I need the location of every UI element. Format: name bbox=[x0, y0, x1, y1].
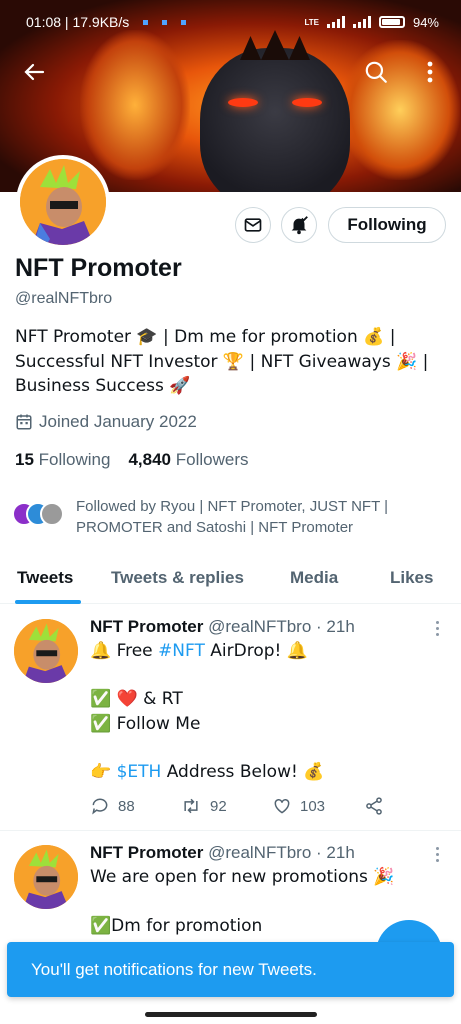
battery-icon bbox=[378, 16, 405, 28]
tweet-text-line: 👉 $ETH Address Below! 💰 bbox=[90, 762, 324, 782]
followers-label: Followers bbox=[175, 450, 249, 469]
tweet-meta: @realNFTbro · 21h bbox=[208, 617, 355, 636]
bell-check-icon bbox=[291, 216, 308, 235]
back-arrow-icon bbox=[24, 63, 45, 81]
bio-line-3: Business Success 🚀 bbox=[15, 376, 191, 396]
joined-date: Joined January 2022 bbox=[15, 412, 197, 432]
tweet-header: NFT Promoter @realNFTbro · 21h bbox=[90, 617, 355, 637]
tweet-text-line: ✅ ❤️ & RT bbox=[90, 689, 183, 709]
profile-bio: NFT Promoter 🎓 | Dm me for promotion 💰 |… bbox=[15, 325, 435, 399]
follow-counts: 15 Following 4,840 Followers bbox=[15, 450, 249, 470]
avatar-image bbox=[14, 845, 78, 909]
bio-line-2: Successful NFT Investor 🏆 | NFT Giveaway… bbox=[15, 351, 429, 372]
system-nav-bar bbox=[0, 997, 461, 1024]
tweet-text: Address Below! 💰 bbox=[161, 762, 325, 782]
followed-by-line-1: Followed by Ryou | NFT Promoter, JUST NF… bbox=[76, 498, 389, 515]
tweet-text-line: ✅ Follow Me bbox=[90, 714, 201, 734]
signal-icon-2 bbox=[352, 16, 371, 28]
back-button[interactable] bbox=[20, 58, 48, 86]
tweet[interactable]: NFT Promoter @realNFTbro · 21h 🔔 Free #N… bbox=[0, 605, 461, 830]
status-bar: 01:08 | 17.9KB/s LTE 94% bbox=[0, 0, 461, 44]
more-vertical-icon bbox=[427, 61, 433, 83]
tweet-avatar[interactable] bbox=[14, 619, 78, 683]
retweet-icon bbox=[184, 798, 198, 814]
network-type: LTE bbox=[304, 17, 319, 27]
share-icon bbox=[366, 797, 382, 815]
joined-text: Joined January 2022 bbox=[39, 412, 197, 431]
avatar-image bbox=[20, 159, 106, 245]
battery-percent: 94% bbox=[412, 14, 439, 30]
notification-dots bbox=[143, 19, 187, 25]
status-time-speed: 01:08 | 17.9KB/s bbox=[26, 14, 130, 30]
tweet-author-name: NFT Promoter bbox=[90, 617, 204, 636]
tweet-text-line: ✅Dm for promotion bbox=[90, 916, 263, 936]
tweet-text-line: We are open for new promotions 🎉 bbox=[90, 867, 395, 887]
reply-count: 88 bbox=[118, 797, 135, 815]
notifications-button[interactable] bbox=[281, 207, 317, 243]
tweet-text: 👉 bbox=[90, 762, 117, 782]
tab-tweets-replies[interactable]: Tweets & replies bbox=[111, 568, 244, 588]
tweet-header: NFT Promoter @realNFTbro · 21h bbox=[90, 843, 355, 863]
tweet-text: 🔔 Free bbox=[90, 641, 159, 661]
tweet-more-button[interactable] bbox=[432, 847, 442, 865]
home-indicator[interactable] bbox=[145, 1012, 317, 1017]
retweet-count: 92 bbox=[210, 797, 227, 815]
tweet-more-button[interactable] bbox=[432, 621, 442, 639]
like-button[interactable]: 103 bbox=[272, 796, 364, 816]
tweet-meta: @realNFTbro · 21h bbox=[208, 843, 355, 862]
message-button[interactable] bbox=[235, 207, 271, 243]
tweet-text-line: 🔔 Free #NFT AirDrop! 🔔 bbox=[90, 641, 308, 661]
tab-tweets[interactable]: Tweets bbox=[17, 568, 73, 588]
profile-handle: @realNFTbro bbox=[15, 290, 113, 307]
profile-avatar[interactable] bbox=[16, 155, 110, 249]
signal-icon bbox=[326, 16, 345, 28]
like-count: 103 bbox=[300, 797, 326, 815]
followers-count: 4,840 bbox=[128, 450, 172, 469]
followed-by[interactable]: Followed by Ryou | NFT Promoter, JUST NF… bbox=[12, 496, 416, 538]
reply-button[interactable]: 88 bbox=[90, 796, 180, 816]
following-label: Following bbox=[38, 450, 111, 469]
following-link[interactable]: 15 Following bbox=[15, 450, 110, 470]
search-button[interactable] bbox=[362, 58, 390, 86]
tweet-text: AirDrop! 🔔 bbox=[204, 641, 308, 661]
hashtag-link[interactable]: #NFT bbox=[158, 641, 205, 661]
followers-link[interactable]: 4,840 Followers bbox=[128, 450, 248, 470]
notification-toast: You'll get notifications for new Tweets. bbox=[7, 942, 454, 997]
reply-icon bbox=[92, 798, 108, 815]
followed-by-line-2: PROMOTER and Satoshi | NFT Promoter bbox=[76, 519, 354, 536]
tweet-author-name: NFT Promoter bbox=[90, 843, 204, 862]
search-icon bbox=[365, 61, 387, 83]
follower-avatar bbox=[40, 502, 64, 526]
avatar-image bbox=[14, 619, 78, 683]
share-button[interactable] bbox=[364, 796, 384, 816]
following-count: 15 bbox=[15, 450, 34, 469]
retweet-button[interactable]: 92 bbox=[180, 796, 272, 816]
more-options-button[interactable] bbox=[420, 58, 440, 86]
follower-avatars bbox=[12, 502, 64, 526]
mail-icon bbox=[244, 218, 262, 232]
tweet-actions: 88 92 103 bbox=[90, 796, 384, 816]
heart-icon bbox=[274, 798, 290, 814]
tab-media[interactable]: Media bbox=[290, 568, 338, 588]
calendar-icon bbox=[16, 414, 32, 430]
following-button[interactable]: Following bbox=[328, 207, 446, 243]
profile-tabs: Tweets Tweets & replies Media Likes bbox=[0, 556, 461, 604]
cashtag-link[interactable]: $ETH bbox=[117, 762, 162, 782]
active-tab-indicator bbox=[15, 600, 81, 604]
profile-name: NFT Promoter bbox=[15, 254, 182, 282]
tweet-avatar[interactable] bbox=[14, 845, 78, 909]
tab-likes[interactable]: Likes bbox=[390, 568, 433, 588]
bio-line-1: NFT Promoter 🎓 | Dm me for promotion 💰 | bbox=[15, 327, 396, 347]
